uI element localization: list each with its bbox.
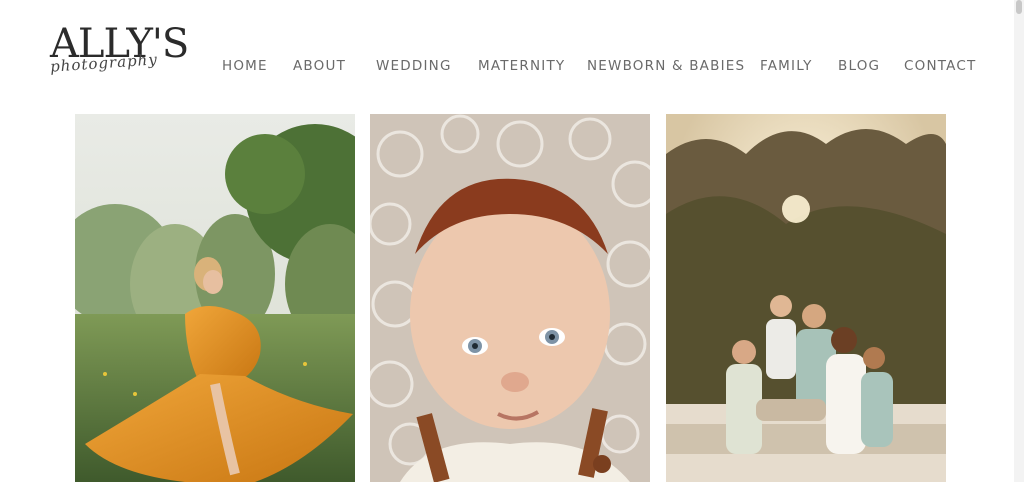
nav-family[interactable]: FAMILY (760, 58, 813, 74)
gallery-image-family[interactable] (666, 114, 946, 482)
main-navigation: HOME ABOUT WEDDING MATERNITY NEWBORN & B… (0, 58, 1024, 76)
gallery-image-maternity[interactable] (75, 114, 355, 482)
nav-contact[interactable]: CONTACT (904, 58, 976, 74)
nav-wedding[interactable]: WEDDING (376, 58, 452, 74)
maternity-photo-art (75, 114, 355, 482)
nav-blog[interactable]: BLOG (838, 58, 880, 74)
gallery-image-newborn[interactable] (370, 114, 650, 482)
page-scrollbar[interactable] (1014, 0, 1024, 482)
scrollbar-thumb[interactable] (1016, 0, 1022, 14)
newborn-photo-art (370, 114, 650, 482)
nav-home[interactable]: HOME (222, 58, 268, 74)
nav-maternity[interactable]: MATERNITY (478, 58, 565, 74)
nav-newborn-babies[interactable]: NEWBORN & BABIES (587, 58, 745, 74)
family-photo-art (666, 114, 946, 482)
nav-about[interactable]: ABOUT (293, 58, 346, 74)
